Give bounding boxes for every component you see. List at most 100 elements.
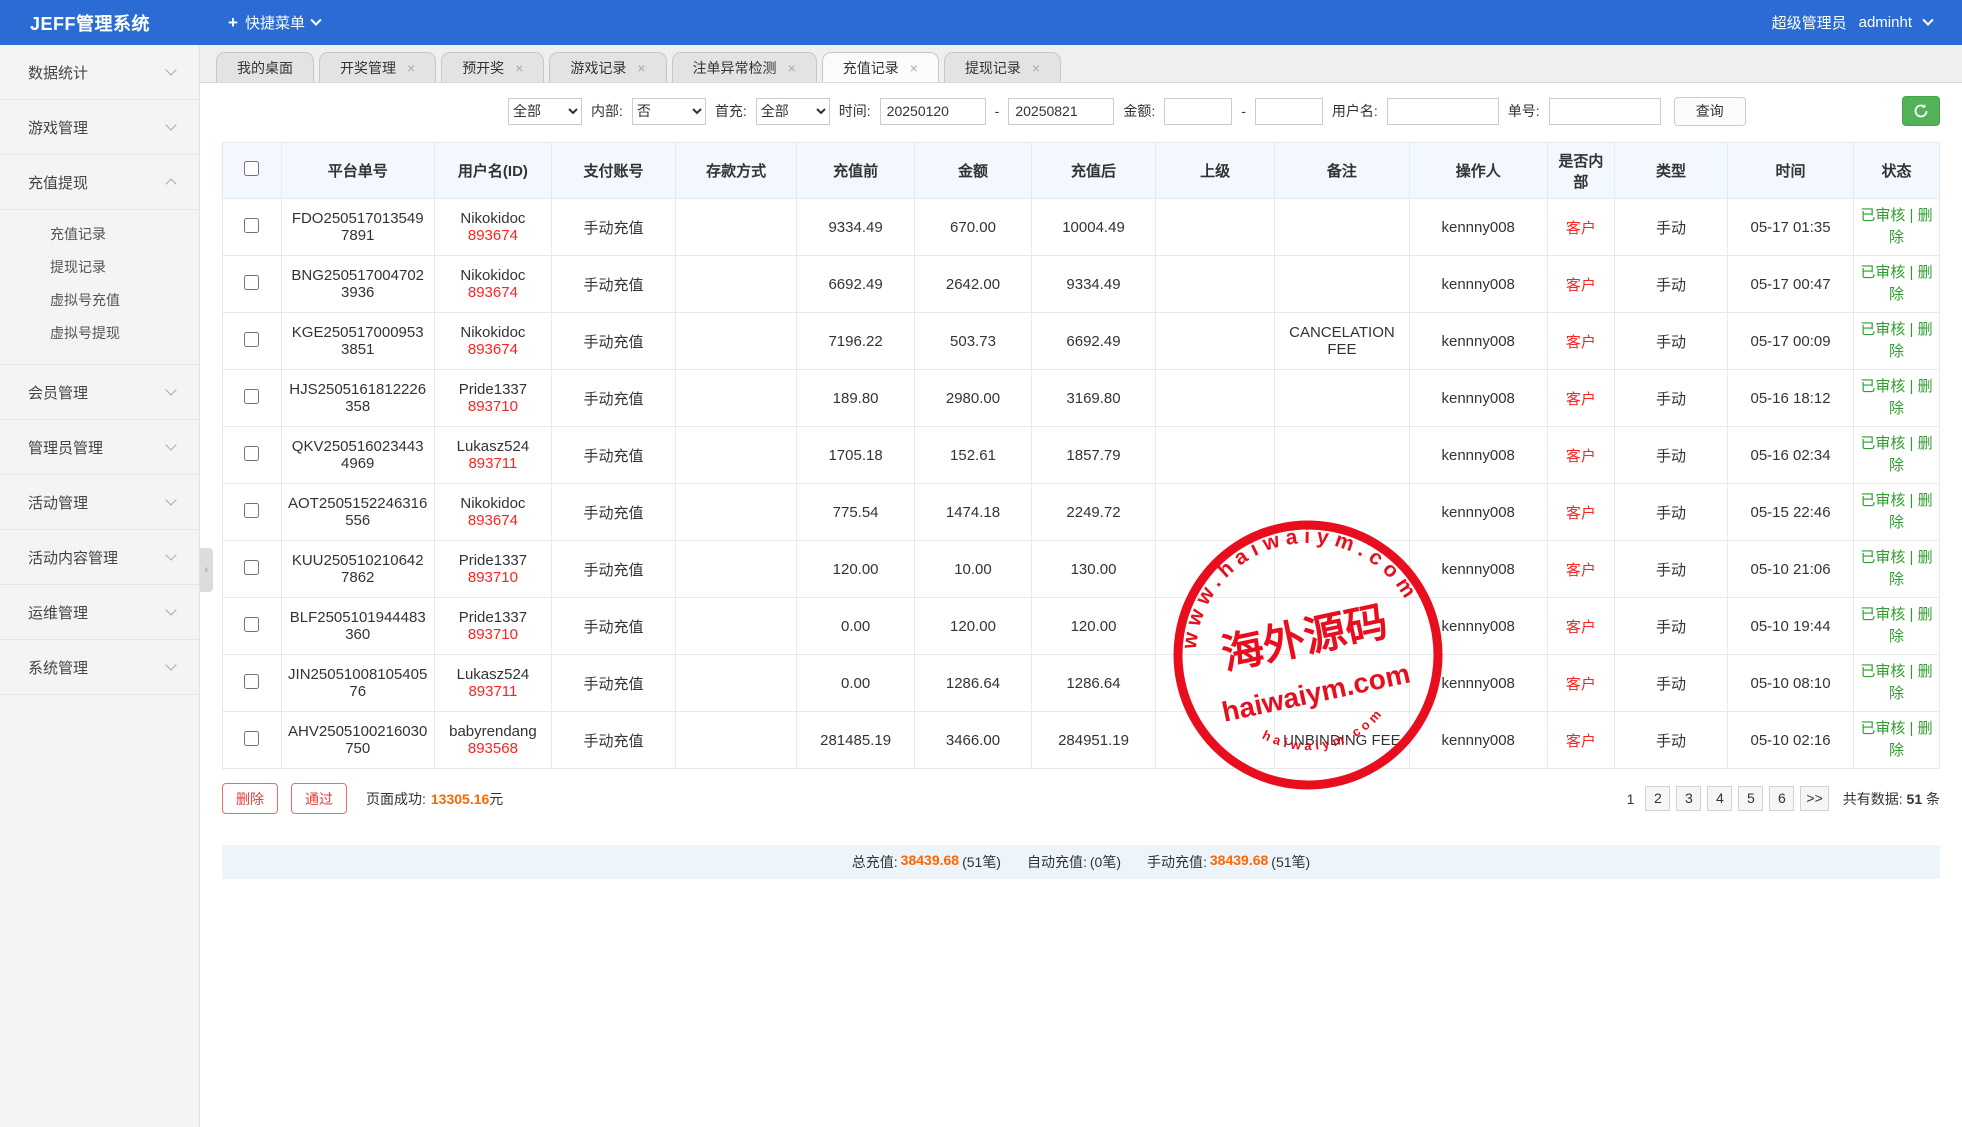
sidebar-item-虚拟号充值[interactable]: 虚拟号充值 — [0, 284, 199, 317]
tab-提现记录[interactable]: 提现记录 × — [944, 52, 1061, 82]
row-checkbox[interactable] — [244, 218, 259, 233]
order-input[interactable] — [1549, 98, 1661, 125]
row-checkbox[interactable] — [244, 275, 259, 290]
sidebar-group-活动内容管理[interactable]: 活动内容管理 — [0, 530, 199, 585]
page-button-4[interactable]: 4 — [1707, 786, 1732, 811]
user-id-link[interactable]: 893674 — [441, 227, 545, 244]
quick-menu-button[interactable]: + 快捷菜单 — [228, 12, 320, 33]
internal-customer-link[interactable]: 客户 — [1566, 733, 1596, 750]
sidebar-group-管理员管理[interactable]: 管理员管理 — [0, 420, 199, 475]
row-checkbox[interactable] — [244, 731, 259, 746]
first-charge-select[interactable]: 全部 — [756, 98, 830, 125]
sidebar-item-虚拟号提现[interactable]: 虚拟号提现 — [0, 317, 199, 350]
status-approved-link[interactable]: 已审核 — [1860, 207, 1905, 224]
cell-deposit-method — [675, 199, 797, 256]
sidebar-item-提现记录[interactable]: 提现记录 — [0, 251, 199, 284]
close-icon[interactable]: × — [637, 61, 645, 75]
username-text: babyrendang — [449, 723, 537, 740]
page-next-button[interactable]: >> — [1800, 786, 1828, 811]
status-approved-link[interactable]: 已审核 — [1860, 492, 1905, 509]
status-approved-link[interactable]: 已审核 — [1860, 321, 1905, 338]
status-approved-link[interactable]: 已审核 — [1860, 435, 1905, 452]
internal-customer-link[interactable]: 客户 — [1566, 619, 1596, 636]
username-input[interactable] — [1387, 98, 1499, 125]
pass-button[interactable]: 通过 — [291, 783, 347, 814]
user-id-link[interactable]: 893711 — [441, 455, 545, 472]
refresh-button[interactable] — [1902, 96, 1940, 126]
cell-platform-order-id: AOT2505152246316556 — [281, 484, 434, 541]
cell-internal: 客户 — [1547, 427, 1614, 484]
internal-customer-link[interactable]: 客户 — [1566, 277, 1596, 294]
time-from-input[interactable] — [880, 98, 986, 125]
cell-before-amount: 0.00 — [797, 598, 914, 655]
close-icon[interactable]: × — [1032, 61, 1040, 75]
sidebar-group-数据统计[interactable]: 数据统计 — [0, 45, 199, 100]
row-checkbox[interactable] — [244, 674, 259, 689]
row-checkbox[interactable] — [244, 617, 259, 632]
user-id-link[interactable]: 893674 — [441, 284, 545, 301]
internal-customer-link[interactable]: 客户 — [1566, 676, 1596, 693]
internal-customer-link[interactable]: 客户 — [1566, 448, 1596, 465]
user-id-link[interactable]: 893710 — [441, 626, 545, 643]
internal-customer-link[interactable]: 客户 — [1566, 562, 1596, 579]
page-button-2[interactable]: 2 — [1645, 786, 1670, 811]
column-header-平台单号: 平台单号 — [281, 143, 434, 199]
internal-customer-link[interactable]: 客户 — [1566, 220, 1596, 237]
delete-button[interactable]: 删除 — [222, 783, 278, 814]
tab-label: 提现记录 — [965, 58, 1021, 78]
type-select[interactable]: 全部 — [508, 98, 582, 125]
internal-customer-link[interactable]: 客户 — [1566, 505, 1596, 522]
user-id-link[interactable]: 893568 — [441, 740, 545, 757]
row-checkbox[interactable] — [244, 560, 259, 575]
tab-预开奖[interactable]: 预开奖× — [441, 52, 544, 82]
tab-注单异常检测[interactable]: 注单异常检测× — [672, 52, 817, 82]
close-icon[interactable]: × — [910, 61, 918, 75]
internal-select[interactable]: 否 — [632, 98, 706, 125]
status-approved-link[interactable]: 已审核 — [1860, 549, 1905, 566]
tab-我的桌面[interactable]: 我的桌面 — [216, 52, 314, 82]
sidebar-item-充值记录[interactable]: 充值记录 — [0, 218, 199, 251]
user-id-link[interactable]: 893710 — [441, 398, 545, 415]
page-button-3[interactable]: 3 — [1676, 786, 1701, 811]
row-checkbox[interactable] — [244, 446, 259, 461]
user-menu-button[interactable]: adminht — [1859, 14, 1912, 31]
user-id-link[interactable]: 893674 — [441, 512, 545, 529]
close-icon[interactable]: × — [515, 61, 523, 75]
status-approved-link[interactable]: 已审核 — [1860, 663, 1905, 680]
table-row: BLF2505101944483360Pride1337893710手动充值0.… — [223, 598, 1940, 655]
status-approved-link[interactable]: 已审核 — [1860, 606, 1905, 623]
status-approved-link[interactable]: 已审核 — [1860, 720, 1905, 737]
sidebar-group-充值提现[interactable]: 充值提现 — [0, 155, 199, 210]
internal-customer-link[interactable]: 客户 — [1566, 334, 1596, 351]
plus-icon: + — [228, 13, 238, 33]
page-button-6[interactable]: 6 — [1769, 786, 1794, 811]
row-checkbox[interactable] — [244, 332, 259, 347]
sidebar-group-label: 会员管理 — [28, 382, 167, 403]
user-id-link[interactable]: 893710 — [441, 569, 545, 586]
page-button-5[interactable]: 5 — [1738, 786, 1763, 811]
sidebar-group-系统管理[interactable]: 系统管理 — [0, 640, 199, 695]
row-checkbox[interactable] — [244, 503, 259, 518]
time-to-input[interactable] — [1008, 98, 1114, 125]
search-button[interactable]: 查询 — [1674, 97, 1746, 126]
status-separator: | — [1905, 264, 1917, 281]
select-all-checkbox[interactable] — [244, 161, 259, 176]
sidebar-collapse-handle[interactable]: ‹ — [200, 548, 213, 592]
tab-游戏记录[interactable]: 游戏记录× — [549, 52, 666, 82]
amount-min-input[interactable] — [1164, 98, 1232, 125]
sidebar-group-活动管理[interactable]: 活动管理 — [0, 475, 199, 530]
sidebar-group-会员管理[interactable]: 会员管理 — [0, 365, 199, 420]
sidebar-group-运维管理[interactable]: 运维管理 — [0, 585, 199, 640]
user-id-link[interactable]: 893674 — [441, 341, 545, 358]
row-checkbox[interactable] — [244, 389, 259, 404]
status-approved-link[interactable]: 已审核 — [1860, 378, 1905, 395]
close-icon[interactable]: × — [788, 61, 796, 75]
tab-开奖管理[interactable]: 开奖管理× — [319, 52, 436, 82]
close-icon[interactable]: × — [407, 61, 415, 75]
tab-充值记录[interactable]: 充值记录× — [822, 52, 939, 82]
internal-customer-link[interactable]: 客户 — [1566, 391, 1596, 408]
amount-max-input[interactable] — [1255, 98, 1323, 125]
sidebar-group-游戏管理[interactable]: 游戏管理 — [0, 100, 199, 155]
user-id-link[interactable]: 893711 — [441, 683, 545, 700]
status-approved-link[interactable]: 已审核 — [1860, 264, 1905, 281]
